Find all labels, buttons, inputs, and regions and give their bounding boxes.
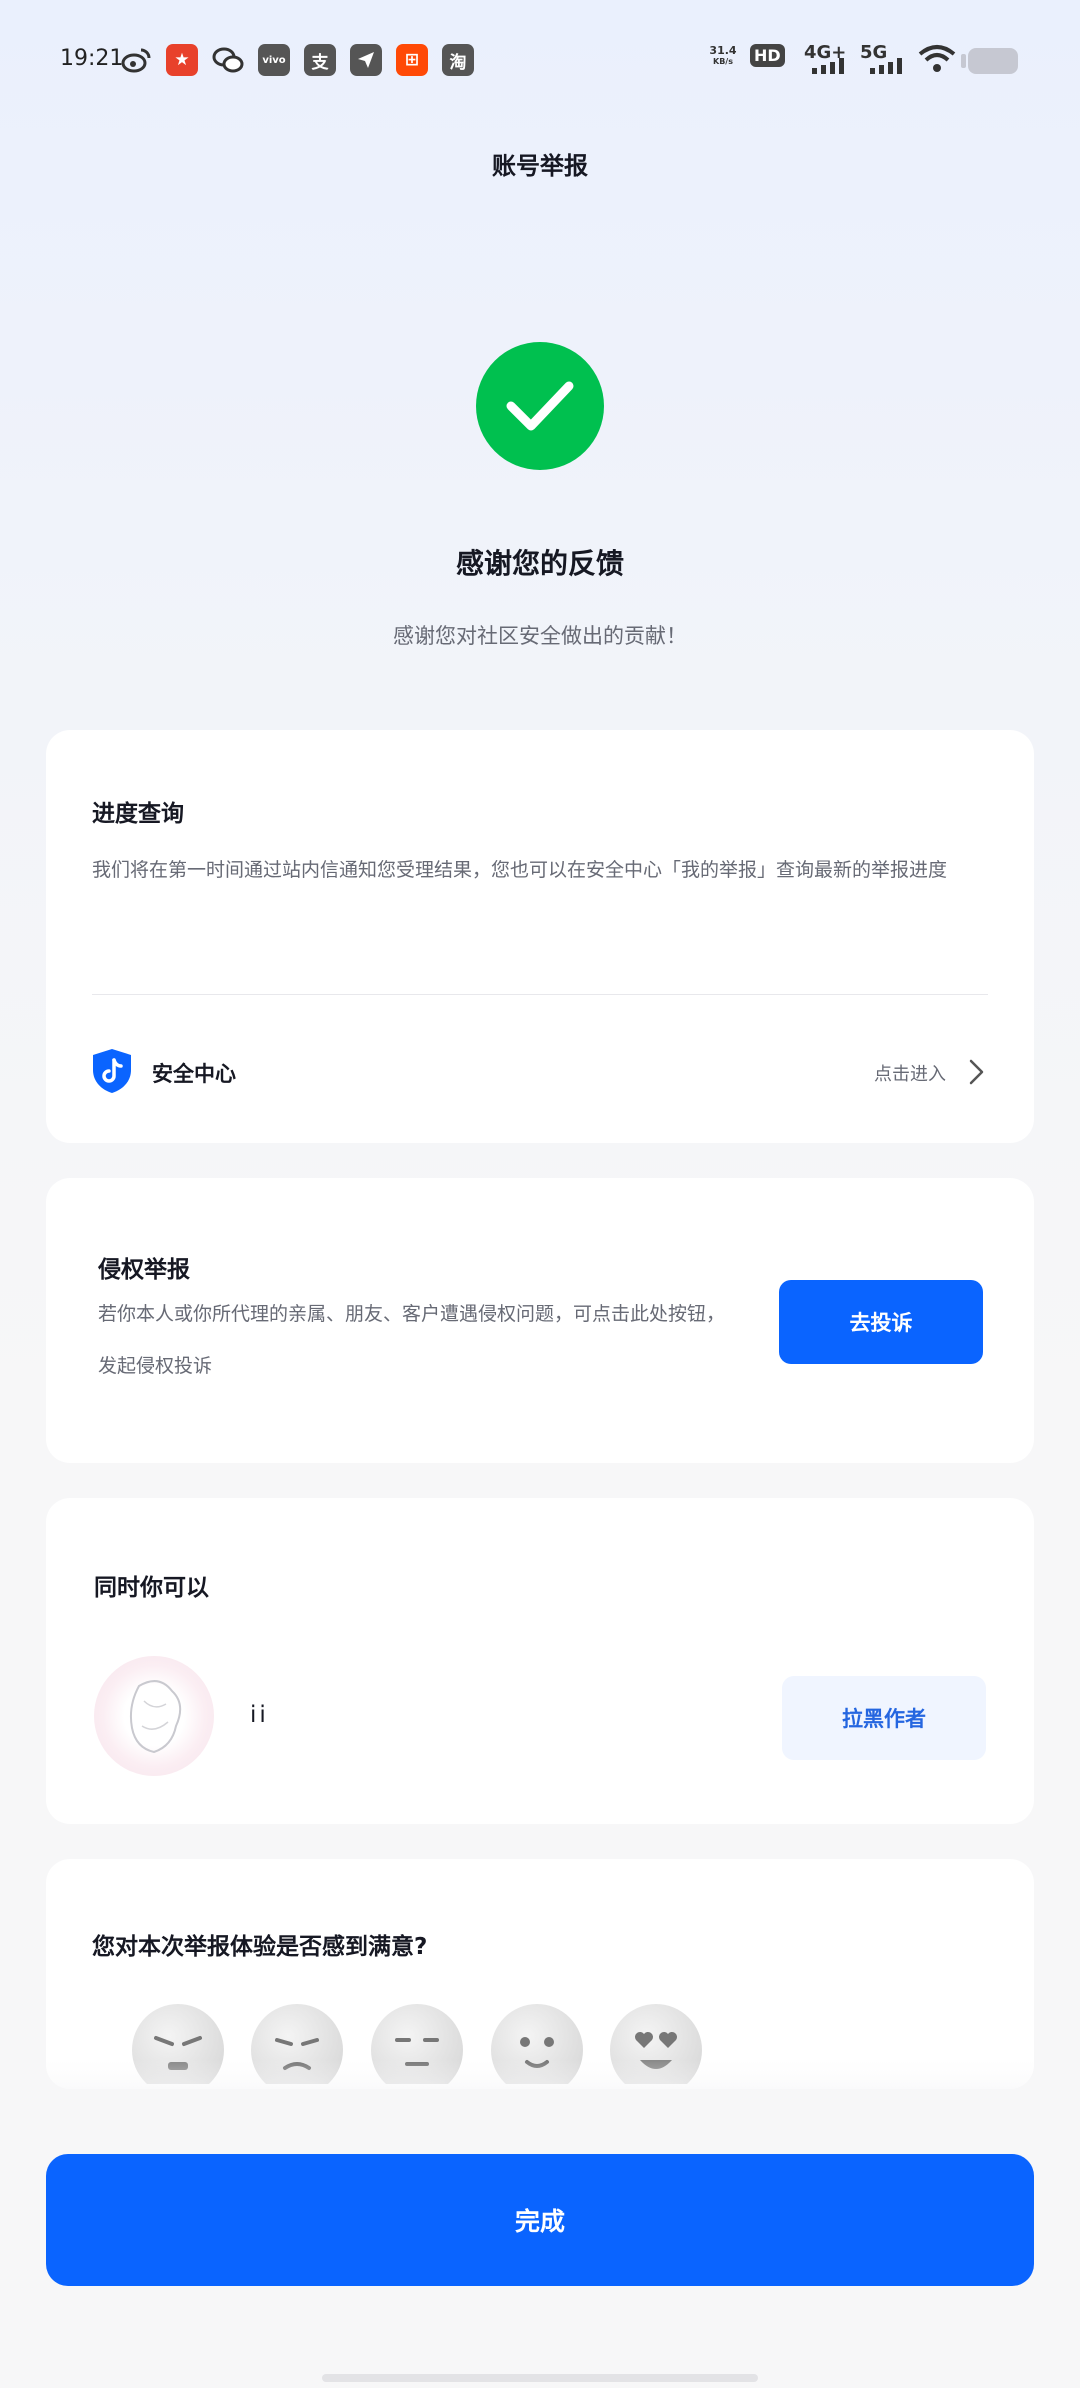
satisfaction-question: 您对本次举报体验是否感到满意? [92,1934,428,1960]
app-red-icon: ★ [166,44,198,76]
home-indicator[interactable] [322,2374,758,2382]
signal-5g-icon [870,58,906,78]
also-card: 同时你可以 ii 拉黑作者 [46,1498,1034,1824]
avatar[interactable] [94,1656,214,1776]
progress-card: 进度查询 我们将在第一时间通过站内信通知您受理结果，您也可以在安全中心「我的举报… [46,730,1034,1143]
result-subtitle: 感谢您对社区安全做出的贡献！ [393,624,687,648]
kuaishou-icon: ⊞ [396,44,428,76]
net-speed: 31.4 KB/s [709,44,737,66]
done-button[interactable]: 完成 [46,2154,1034,2286]
security-shield-icon [92,1048,132,1094]
also-title: 同时你可以 [94,1575,209,1601]
infringement-title: 侵权举报 [98,1257,190,1283]
vivo-icon: vivo [258,44,290,76]
weibo-icon [120,44,152,76]
wifi-icon [918,44,956,78]
alipay-icon: 支 [304,44,336,76]
block-author-button[interactable]: 拉黑作者 [782,1676,986,1760]
enter-security-center-link[interactable]: 点击进入 [874,1060,946,1086]
chevron-right-icon[interactable] [966,1056,988,1088]
scroll-fade [46,2060,1034,2110]
hd-icon: HD [750,44,785,67]
security-center-label[interactable]: 安全中心 [152,1058,236,1088]
page-title: 账号举报 [492,152,588,180]
signal-4g-icon [812,58,848,78]
status-time: 19:21 [60,46,124,71]
success-check-icon [476,342,604,470]
progress-description: 我们将在第一时间通过站内信通知您受理结果，您也可以在安全中心「我的举报」查询最新… [92,859,948,881]
infringement-description: 若你本人或你所代理的亲属、朋友、客户遭遇侵权问题，可点击此处按钮，发起侵权投诉 [98,1303,726,1377]
complain-button[interactable]: 去投诉 [779,1280,983,1364]
result-title: 感谢您的反馈 [455,547,624,580]
divider [92,994,988,995]
taobao-icon: 淘 [442,44,474,76]
progress-title: 进度查询 [92,801,184,827]
battery-icon [961,48,1018,74]
infringement-card: 侵权举报 若你本人或你所代理的亲属、朋友、客户遭遇侵权问题，可点击此处按钮，发起… [46,1178,1034,1463]
send-icon [350,44,382,76]
user-name: ii [250,1702,269,1728]
wechat-icon [212,44,244,76]
